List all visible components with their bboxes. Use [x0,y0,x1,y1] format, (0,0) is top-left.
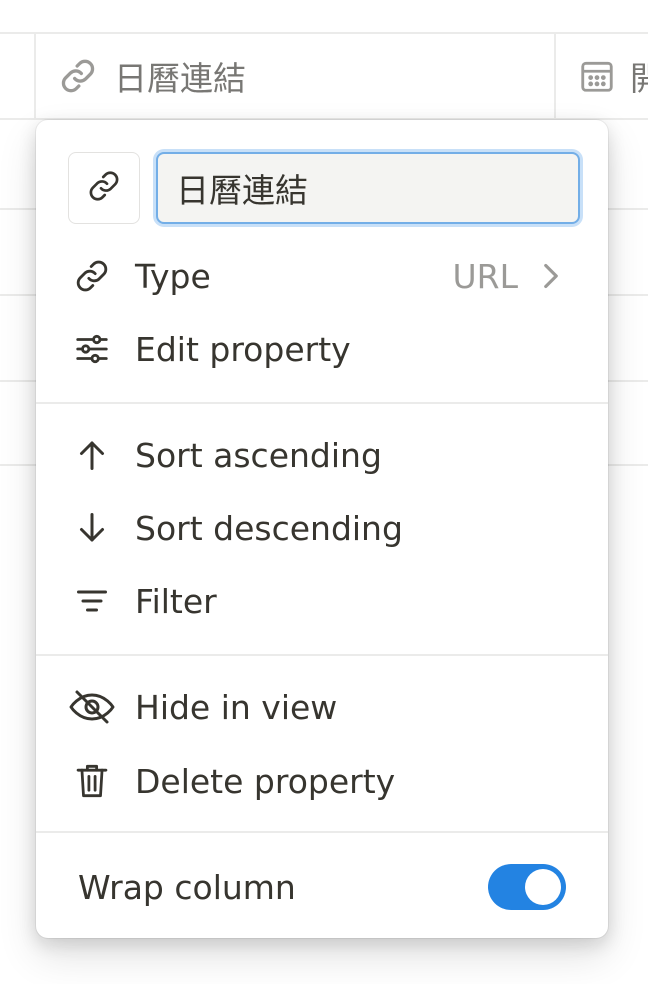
property-name-row [68,152,580,224]
menu-item-edit-property[interactable]: Edit property [36,313,608,385]
calendar-icon [578,56,616,96]
menu-item-label: Delete property [135,761,396,801]
menu-item-hide-in-view[interactable]: Hide in view [36,671,608,743]
wrap-column-label: Wrap column [78,868,296,907]
menu-item-sort-descending[interactable]: Sort descending [36,492,608,564]
menu-item-label: Sort ascending [135,435,382,475]
menu-divider [36,654,608,656]
menu-item-sort-ascending[interactable]: Sort ascending [36,419,608,491]
menu-item-label: Filter [135,581,217,621]
link-icon [58,56,98,96]
filter-icon [72,581,112,621]
toggle-knob [525,869,561,905]
menu-item-label: Sort descending [135,508,403,548]
menu-item-filter[interactable]: Filter [36,565,608,637]
column-header-label: 開 [630,59,648,98]
wrap-column-toggle[interactable] [488,864,566,910]
property-name-input[interactable] [156,152,580,224]
menu-item-label: Type [135,256,211,296]
column-header-next[interactable]: 開 [578,34,648,118]
menu-divider [36,402,608,404]
property-menu: Type URL Edit property Sort ascending [36,120,608,938]
chevron-right-icon [540,260,562,292]
eye-off-icon [66,687,118,727]
link-icon [86,168,122,208]
menu-item-type[interactable]: Type URL [36,240,608,312]
column-divider [34,34,36,120]
property-type-value: URL [452,256,518,296]
menu-item-delete-property[interactable]: Delete property [36,745,608,817]
link-icon [72,256,112,296]
trash-icon [72,761,112,801]
wrap-column-row[interactable]: Wrap column [36,852,608,924]
menu-divider [36,831,608,833]
column-header-label: 日曆連結 [114,59,246,98]
arrow-up-icon [72,435,112,475]
menu-item-label: Hide in view [135,687,338,727]
column-divider [554,34,556,120]
property-icon-button[interactable] [68,152,140,224]
sliders-icon [72,329,112,369]
menu-item-label: Edit property [135,329,351,369]
column-header-calendar-link[interactable]: 日曆連結 [58,34,548,118]
arrow-down-icon [72,508,112,548]
